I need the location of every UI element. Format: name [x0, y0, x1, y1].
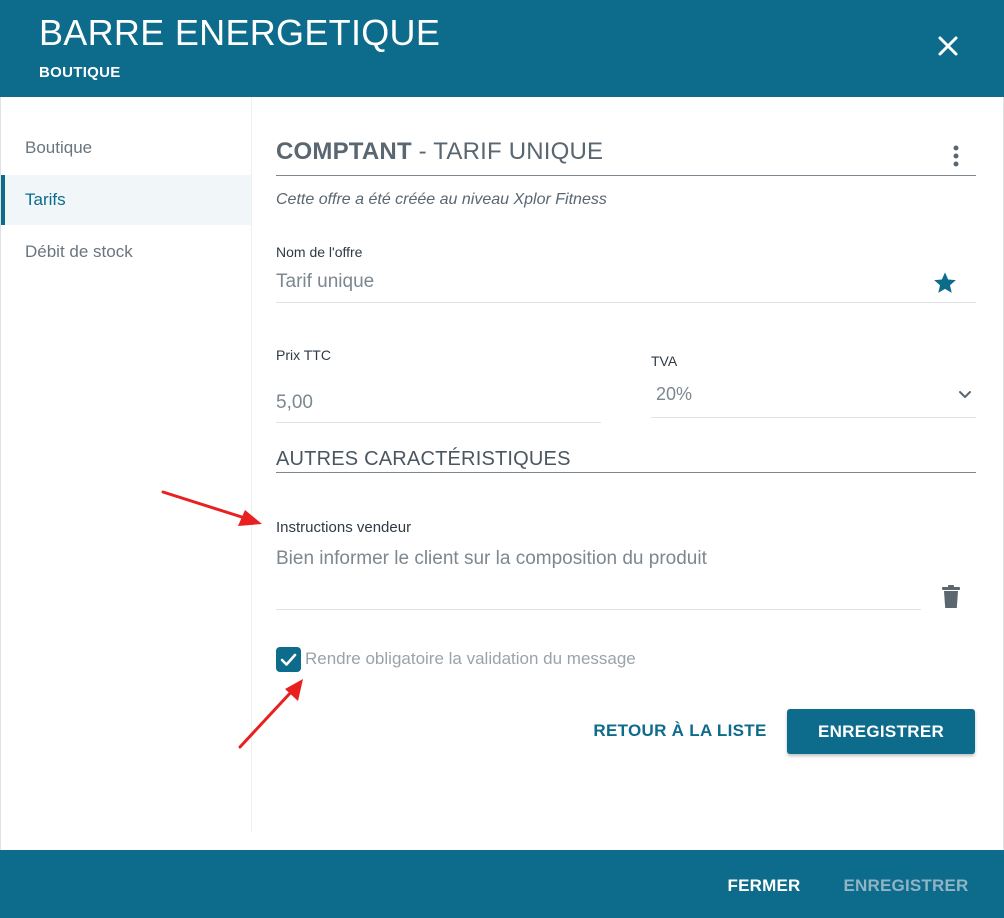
offer-title-rest: - TARIF UNIQUE	[411, 138, 604, 165]
kebab-menu-icon	[953, 145, 959, 167]
seller-instructions-underline	[276, 609, 921, 610]
sidebar-item-tarifs[interactable]: Tarifs	[1, 175, 251, 225]
mandatory-validation-checkbox[interactable]	[276, 647, 301, 672]
price-underline	[276, 422, 601, 423]
offer-name-input[interactable]: Tarif unique	[276, 271, 374, 293]
page-title: BARRE ENERGETIQUE	[39, 12, 441, 53]
sidebar: Boutique Tarifs Débit de stock	[0, 97, 252, 832]
vat-label: TVA	[651, 353, 678, 369]
favorite-button[interactable]	[932, 270, 958, 296]
modal-footer: FERMER ENREGISTRER	[0, 850, 1004, 918]
offer-name-label: Nom de l'offre	[276, 244, 363, 260]
offer-section-title: COMPTANT - TARIF UNIQUE	[276, 138, 603, 166]
star-icon	[934, 272, 956, 293]
back-to-list-button[interactable]: RETOUR À LA LISTE	[590, 709, 770, 753]
other-characteristics-title: AUTRES CARACTÉRISTIQUES	[276, 448, 571, 470]
modal-header: BARRE ENERGETIQUE BOUTIQUE	[0, 0, 1004, 97]
close-button[interactable]	[930, 28, 966, 64]
sidebar-item-debit-de-stock[interactable]: Débit de stock	[1, 227, 251, 277]
vat-select[interactable]: 20%	[656, 384, 692, 405]
section-divider	[276, 175, 976, 176]
page-subtitle: BOUTIQUE	[39, 64, 121, 81]
price-label: Prix TTC	[276, 347, 331, 363]
seller-instructions-label: Instructions vendeur	[276, 519, 412, 536]
trash-icon	[942, 585, 960, 608]
sidebar-item-boutique[interactable]: Boutique	[1, 123, 251, 173]
checkmark-icon	[280, 653, 297, 666]
footer-close-button[interactable]: FERMER	[712, 850, 816, 918]
footer-save-button[interactable]: ENREGISTRER	[838, 850, 974, 918]
vat-underline	[651, 417, 976, 418]
close-icon	[938, 36, 958, 56]
seller-instructions-input[interactable]: Bien informer le client sur la compositi…	[276, 548, 707, 570]
mandatory-validation-label[interactable]: Rendre obligatoire la validation du mess…	[305, 649, 636, 669]
vat-dropdown-toggle[interactable]	[957, 386, 973, 402]
price-input[interactable]: 5,00	[276, 392, 313, 414]
delete-instructions-button[interactable]	[940, 584, 962, 610]
offer-name-underline	[276, 302, 976, 303]
save-button[interactable]: ENREGISTRER	[787, 709, 975, 754]
offer-origin-note: Cette offre a été créée au niveau Xplor …	[276, 191, 607, 208]
offer-payment-type: COMPTANT	[276, 138, 412, 165]
chevron-down-icon	[959, 391, 971, 398]
more-options-button[interactable]	[944, 142, 968, 170]
other-characteristics-divider	[276, 472, 976, 473]
